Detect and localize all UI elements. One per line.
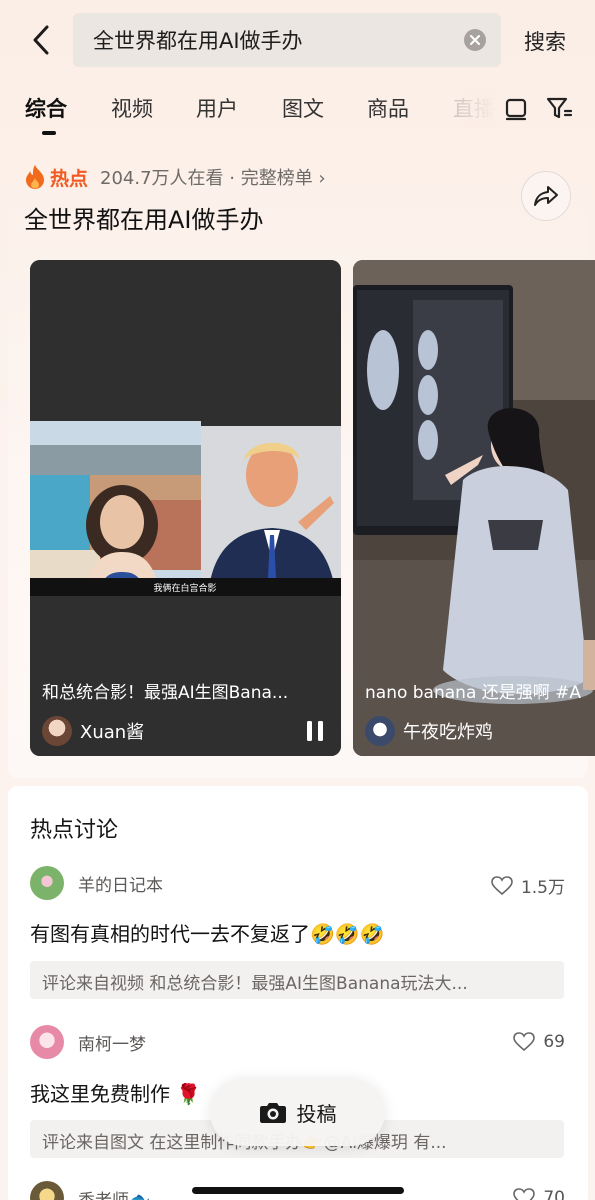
post-button[interactable]: 投稿	[210, 1078, 385, 1146]
search-box[interactable]: 全世界都在用AI做手办	[73, 13, 501, 67]
close-icon	[470, 35, 480, 45]
author-name: 午夜吃炸鸡	[403, 722, 493, 743]
avatar	[42, 716, 72, 746]
camera-icon	[259, 1103, 286, 1123]
discussion-title: 热点讨论	[30, 818, 119, 843]
layout-toggle-icon[interactable]	[502, 94, 530, 122]
search-button[interactable]: 搜索	[524, 26, 566, 56]
tab-posts[interactable]: 图文	[282, 93, 324, 123]
video-caption: 和总统合影！最强AI生图Bana...	[42, 683, 289, 703]
back-button[interactable]	[24, 22, 58, 58]
tab-video[interactable]: 视频	[111, 93, 153, 123]
heart-icon	[513, 1188, 536, 1200]
share-icon	[534, 186, 558, 206]
hot-header: 热点 204.7万人在看 · 完整榜单 ›	[24, 162, 326, 192]
tab-users[interactable]: 用户	[196, 93, 238, 123]
video-caption: nano banana 还是强啊 #A	[365, 683, 582, 703]
author-name: Xuan酱	[80, 722, 145, 743]
like-button[interactable]: 70	[513, 1188, 565, 1200]
avatar	[30, 866, 64, 900]
post-label: 投稿	[296, 1101, 337, 1126]
hot-label: 热点	[50, 167, 89, 190]
tabs-fade	[440, 88, 495, 128]
video-author[interactable]: 午夜吃炸鸡	[365, 716, 493, 746]
like-count: 1.5万	[520, 878, 565, 898]
pause-icon[interactable]	[305, 720, 325, 742]
tab-bar: 综合 视频 用户 图文 商品 直播	[0, 88, 595, 138]
comment-text: 有图有真相的时代一去不复返了🤣🤣🤣	[30, 922, 385, 946]
top-bar: 全世界都在用AI做手办 搜索	[0, 0, 595, 80]
comment-source[interactable]: 评论来自视频 和总统合影！最强AI生图Banana玩法大...	[30, 961, 564, 999]
share-button[interactable]	[521, 171, 571, 221]
like-count: 69	[543, 1032, 565, 1052]
comment-username: 香老师🐟	[78, 1186, 150, 1200]
comment-header[interactable]: 南柯一梦	[30, 1024, 146, 1060]
avatar	[365, 716, 395, 746]
search-input[interactable]: 全世界都在用AI做手办	[93, 25, 501, 55]
comment-username: 南柯一梦	[78, 1034, 146, 1055]
active-tab-indicator	[42, 131, 56, 135]
hot-meta-link[interactable]: 204.7万人在看 · 完整榜单 ›	[100, 164, 326, 190]
hot-title[interactable]: 全世界都在用AI做手办	[24, 200, 264, 235]
video-card[interactable]: 我俩在白宫合影 和总统合影！最强AI生图Bana... Xuan酱	[30, 260, 341, 756]
comment-header[interactable]: 香老师🐟	[30, 1180, 150, 1200]
heart-icon	[513, 1032, 536, 1052]
like-button[interactable]: 69	[513, 1032, 565, 1052]
avatar	[30, 1181, 64, 1200]
heart-icon	[491, 875, 513, 895]
video-card[interactable]: nano banana 还是强啊 #A 午夜吃炸鸡	[353, 260, 595, 756]
like-count: 70	[543, 1188, 565, 1200]
back-arrow-icon	[33, 25, 49, 55]
home-indicator[interactable]	[192, 1187, 404, 1194]
comment-text: 我这里免费制作 🌹	[30, 1082, 202, 1106]
filter-icon[interactable]	[545, 94, 573, 122]
comment-header[interactable]: 羊的日记本	[30, 865, 163, 901]
like-button[interactable]: 1.5万	[491, 873, 565, 898]
video-overlay-text: 我俩在白宫合影	[153, 582, 216, 594]
flame-icon	[26, 165, 44, 189]
tab-products[interactable]: 商品	[367, 93, 409, 123]
tab-overview[interactable]: 综合	[25, 93, 67, 123]
comment-username: 羊的日记本	[78, 875, 163, 896]
video-author[interactable]: Xuan酱	[42, 716, 144, 746]
clear-search-button[interactable]	[464, 29, 486, 51]
avatar	[30, 1025, 64, 1059]
